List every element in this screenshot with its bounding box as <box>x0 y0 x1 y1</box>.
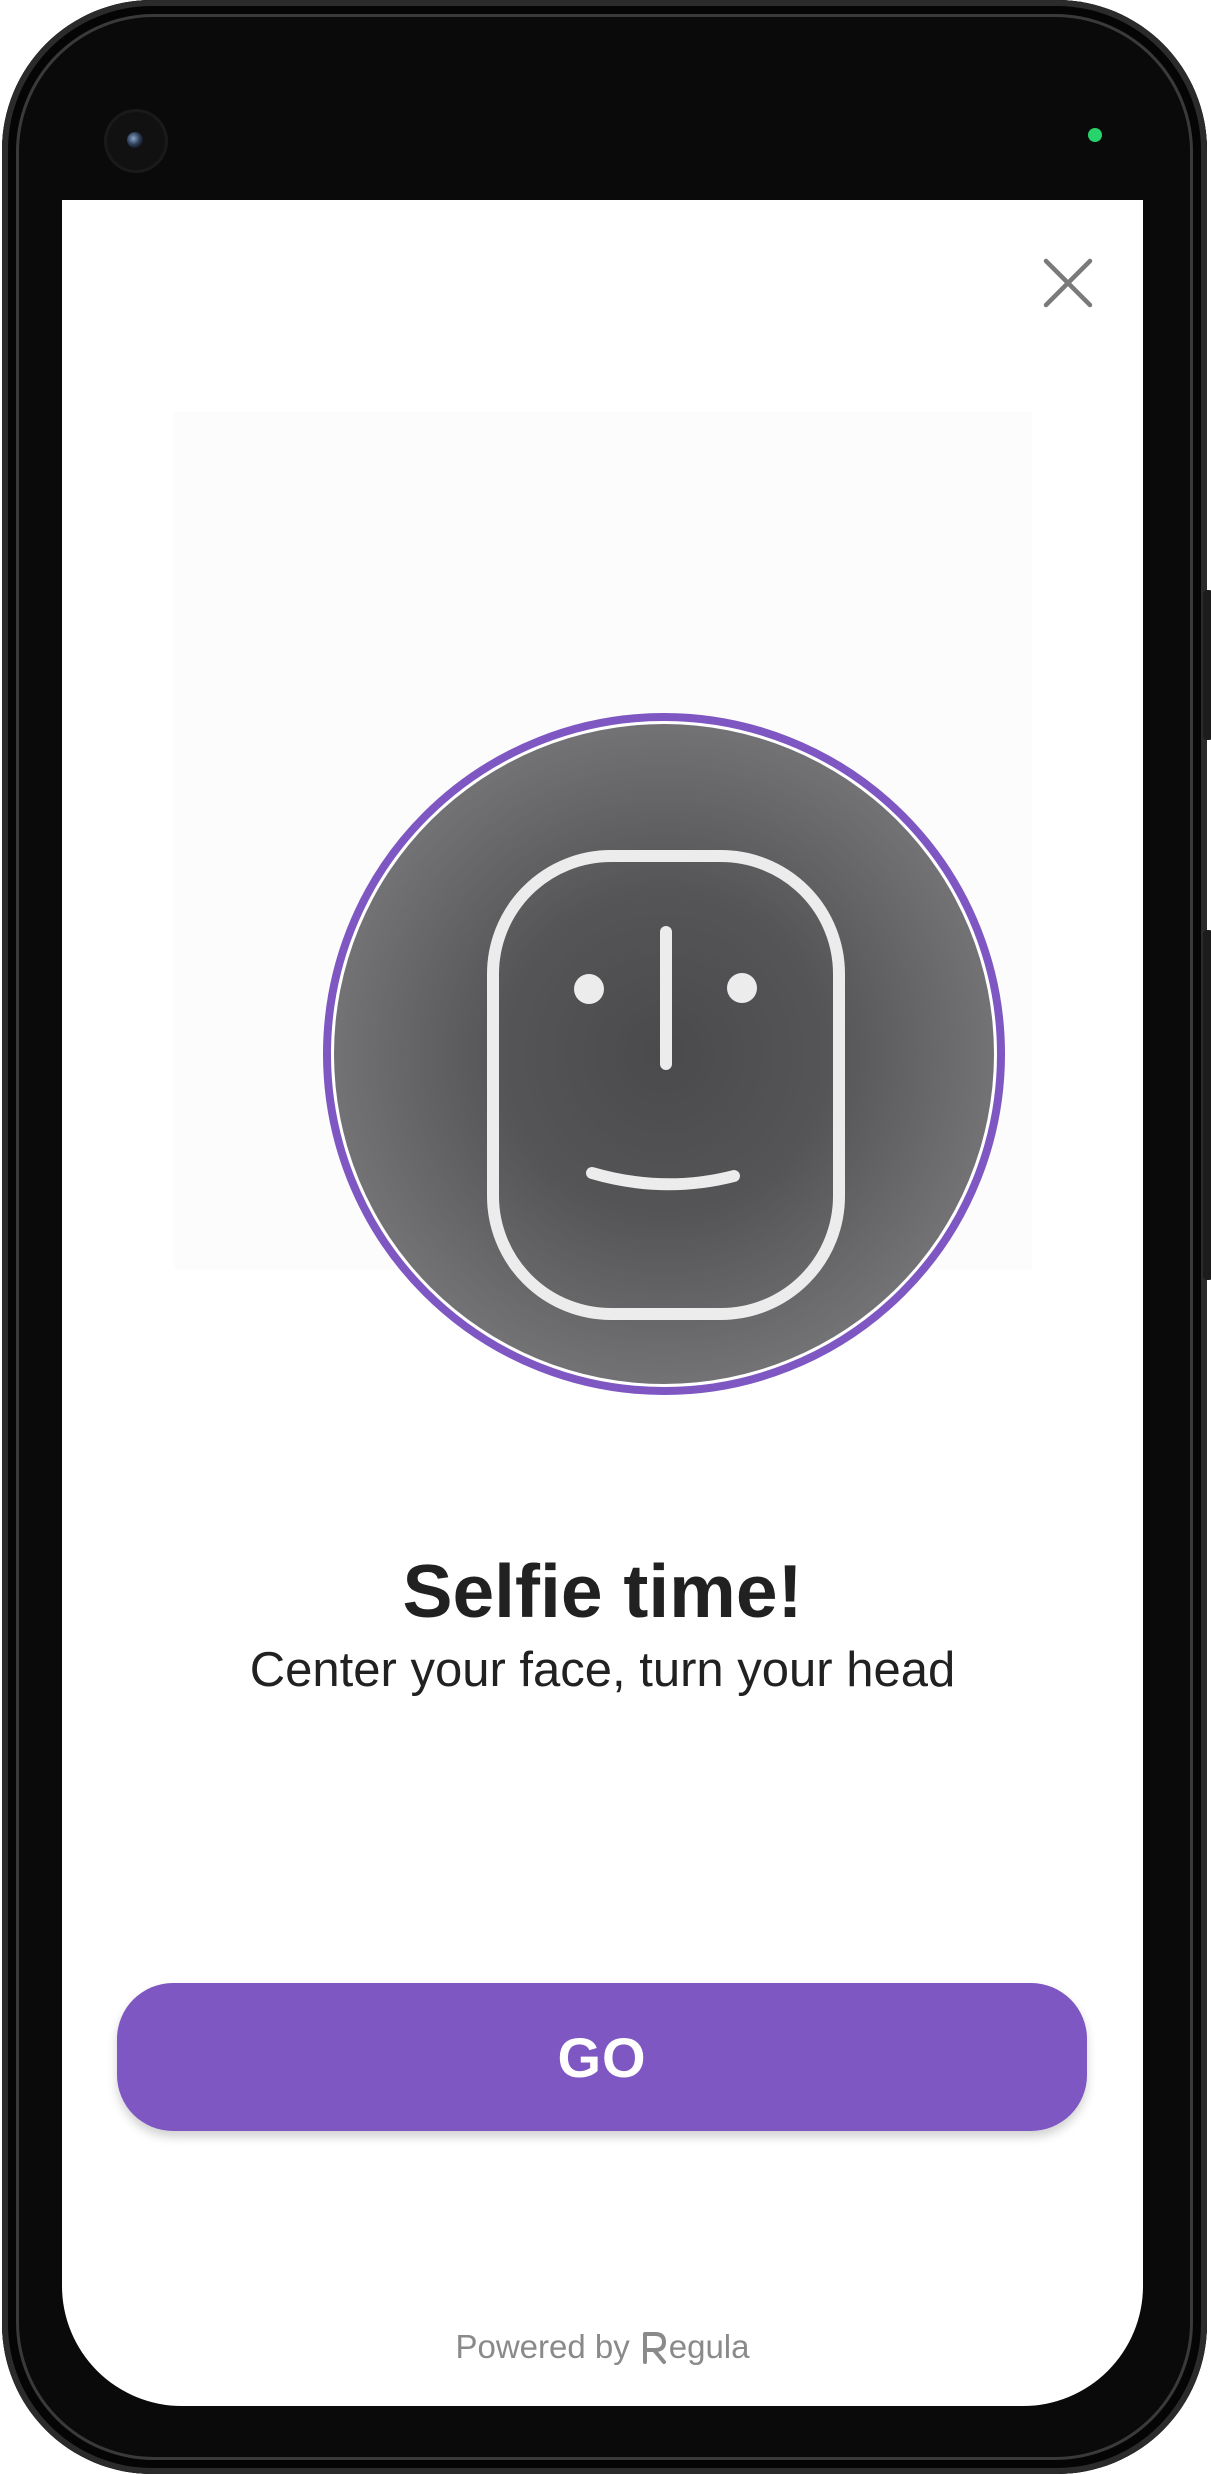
regula-logo-icon <box>642 2332 666 2364</box>
go-button-label: GO <box>557 2025 647 2089</box>
status-led <box>1088 128 1102 142</box>
power-button <box>1203 590 1211 740</box>
page-subtitle: Center your face, turn your head <box>249 1643 956 1697</box>
go-button[interactable]: GO <box>117 1983 1087 2131</box>
close-icon <box>1043 258 1093 308</box>
selfie-illustration <box>174 412 1032 1395</box>
phone-frame: Selfie time! Center your face, turn your… <box>2 0 1211 2474</box>
volume-button <box>1203 930 1211 1280</box>
app-screen: Selfie time! Center your face, turn your… <box>62 200 1143 2406</box>
front-camera <box>107 112 165 170</box>
page-title: Selfie time! <box>402 1549 803 1633</box>
face-icon <box>487 850 845 1320</box>
powered-by-label: Powered by <box>455 2328 630 2365</box>
brand-logo: egula <box>640 2328 750 2366</box>
close-button[interactable] <box>1035 250 1101 316</box>
brand-name: egula <box>668 2328 750 2365</box>
powered-by-footer: Powered by egula <box>62 2328 1143 2366</box>
